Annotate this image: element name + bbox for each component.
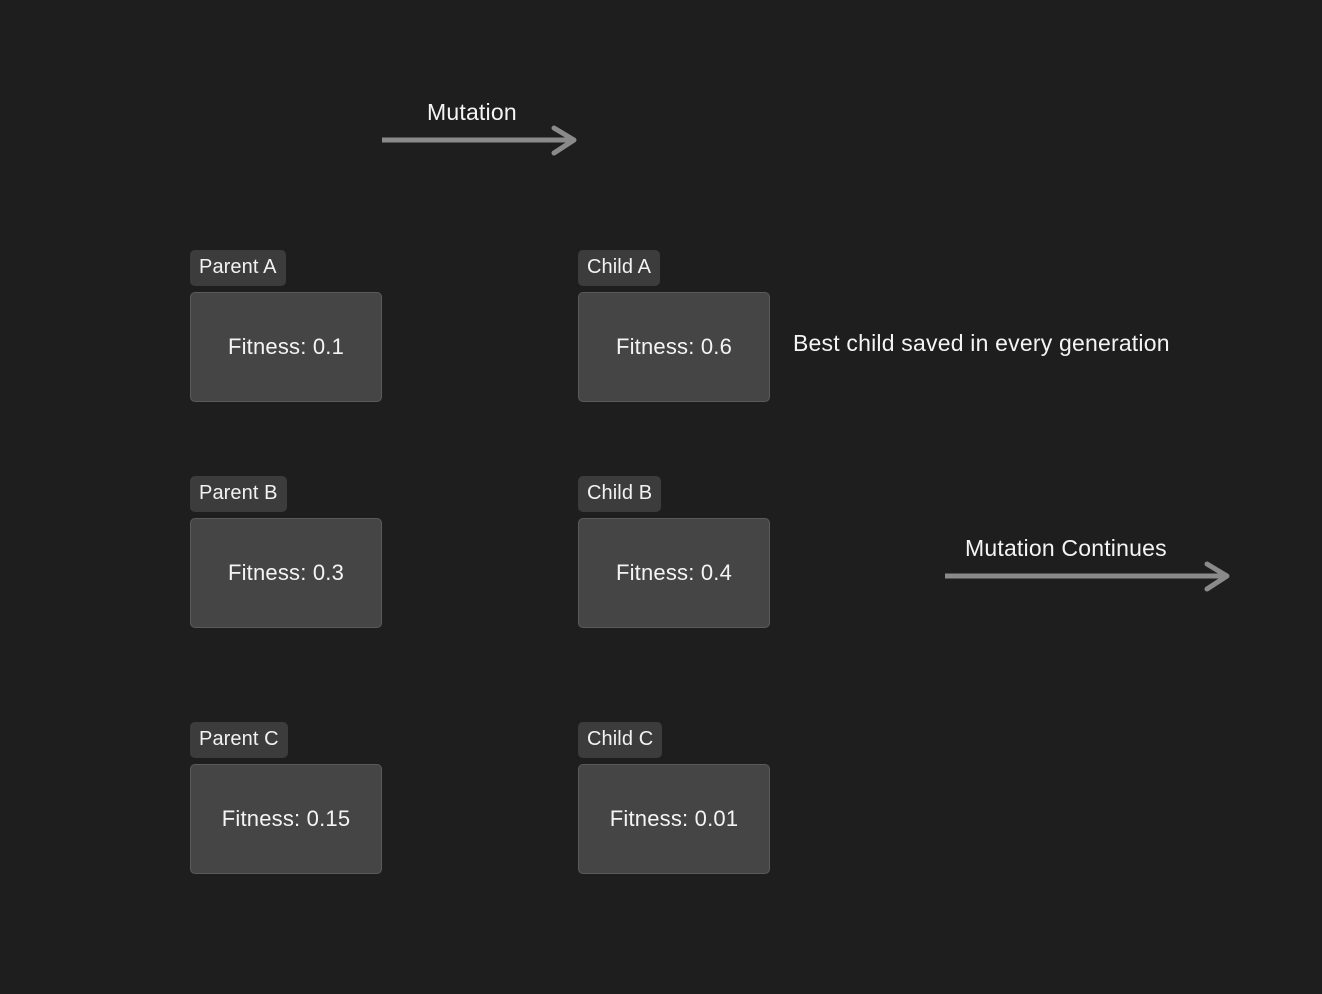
fitness-value-child-a: Fitness: 0.6 <box>615 334 733 359</box>
fitness-value-parent-a: Fitness: 0.1 <box>227 334 345 359</box>
fitness-value-child-c: Fitness: 0.01 <box>609 806 739 831</box>
node-chip-child-b: Child B <box>578 476 662 512</box>
node-child-c[interactable]: Child C Fitness: 0.01 <box>578 722 770 874</box>
node-parent-b[interactable]: Parent B Fitness: 0.3 <box>190 476 382 628</box>
node-parent-c[interactable]: Parent C Fitness: 0.15 <box>190 722 382 874</box>
node-box-parent-a[interactable]: Fitness: 0.1 <box>190 292 382 402</box>
mutation-arrow <box>382 125 582 168</box>
node-chip-child-a: Child A <box>578 250 661 286</box>
node-chip-parent-c: Parent C <box>190 722 288 758</box>
fitness-value-child-b: Fitness: 0.4 <box>615 560 733 585</box>
node-chip-child-c: Child C <box>578 722 663 758</box>
mutation-continues-arrow-label: Mutation Continues <box>965 535 1167 561</box>
mutation-continues-arrow <box>945 561 1245 604</box>
diagram-canvas: Mutation Parent A Fitness: 0.1 Parent B … <box>0 0 1322 994</box>
node-box-child-c[interactable]: Fitness: 0.01 <box>578 764 770 874</box>
node-box-child-b[interactable]: Fitness: 0.4 <box>578 518 770 628</box>
node-box-child-a[interactable]: Fitness: 0.6 <box>578 292 770 402</box>
node-child-a[interactable]: Child A Fitness: 0.6 <box>578 250 770 402</box>
node-chip-parent-b: Parent B <box>190 476 287 512</box>
node-parent-a[interactable]: Parent A Fitness: 0.1 <box>190 250 382 402</box>
mutation-arrow-label: Mutation <box>427 99 517 125</box>
node-box-parent-c[interactable]: Fitness: 0.15 <box>190 764 382 874</box>
fitness-value-parent-b: Fitness: 0.3 <box>227 560 345 585</box>
node-chip-parent-a: Parent A <box>190 250 286 286</box>
best-child-annotation: Best child saved in every generation <box>793 330 1170 356</box>
fitness-value-parent-c: Fitness: 0.15 <box>221 806 351 831</box>
node-child-b[interactable]: Child B Fitness: 0.4 <box>578 476 770 628</box>
node-box-parent-b[interactable]: Fitness: 0.3 <box>190 518 382 628</box>
